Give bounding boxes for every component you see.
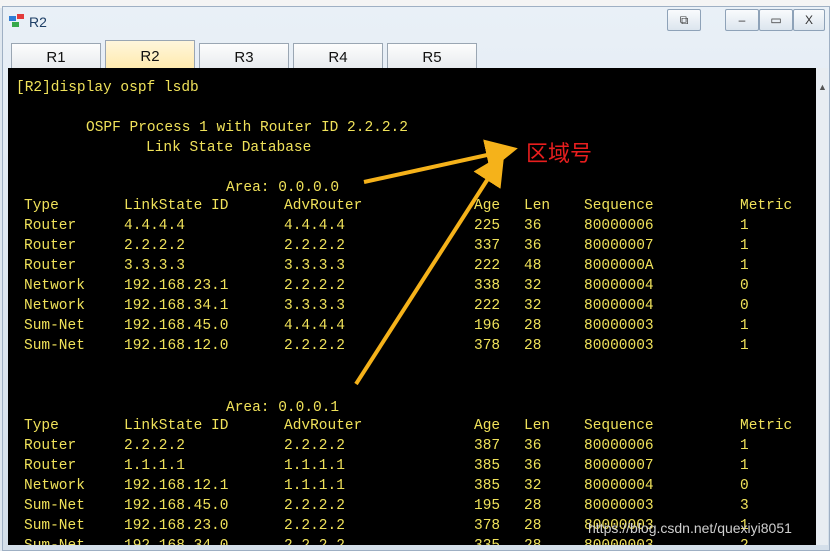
arrow-area1 bbox=[354, 153, 505, 386]
watermark-text: https://blog.csdn.net/quexiyi8051 bbox=[588, 520, 792, 536]
annotation-arrows bbox=[354, 139, 518, 386]
annotation-label: 区域号 bbox=[526, 142, 593, 167]
